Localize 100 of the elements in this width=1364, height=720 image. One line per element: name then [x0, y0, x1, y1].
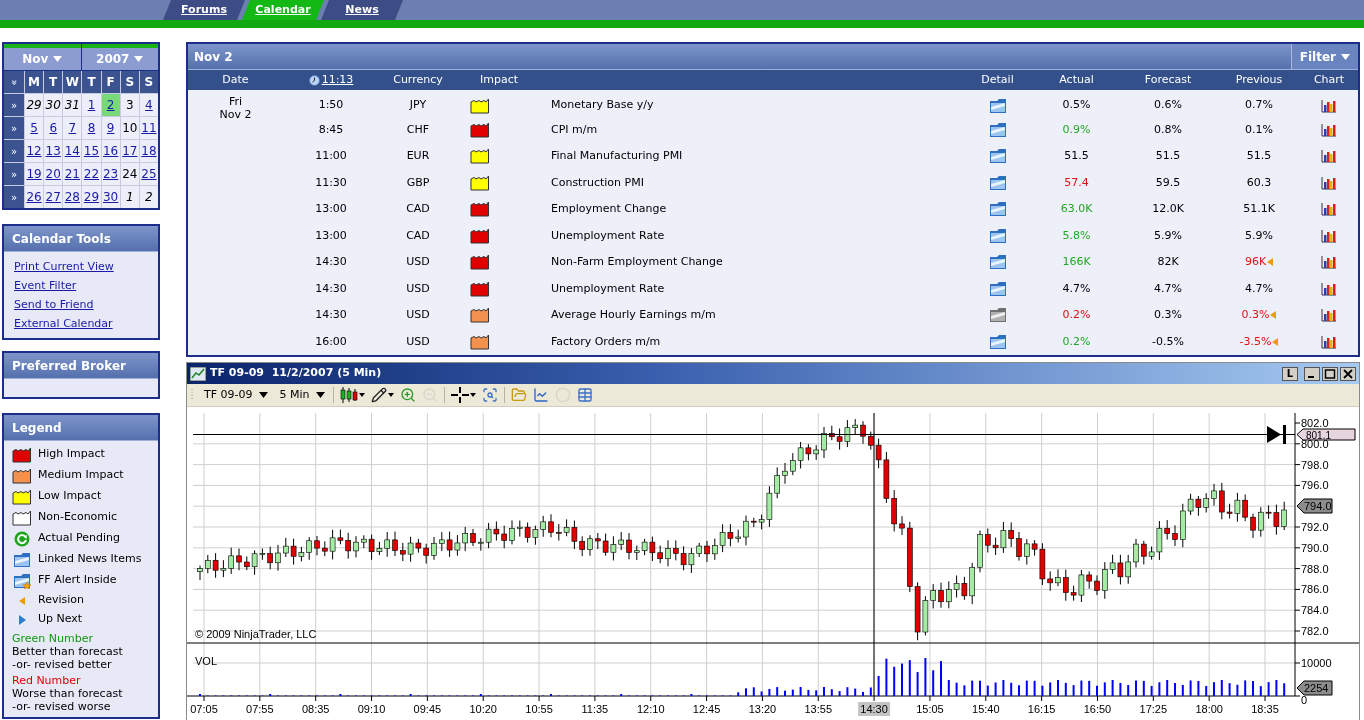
panel-title: Legend [4, 415, 158, 441]
panel-title: Preferred Broker [4, 353, 158, 379]
event-name: Final Manufacturing PMI [550, 148, 683, 164]
event-name: Factory Orders m/m [550, 333, 661, 350]
week-button[interactable]: » [4, 94, 24, 116]
date-cell: Nov 2 [219, 108, 252, 121]
calendar-day[interactable]: 30 [101, 186, 120, 208]
legend-label: FF Alert Inside [38, 572, 117, 589]
calendar-day[interactable]: 28 [63, 186, 82, 208]
time-cell-text: 13:00 [314, 227, 348, 244]
panel-title: Calendar Tools [4, 226, 158, 252]
axis-label: 17:25 [1139, 703, 1168, 715]
calendar-day[interactable]: 16 [101, 140, 120, 162]
weekday-header: T [82, 71, 101, 93]
instrument-dropdown[interactable]: TF 09-09 [200, 386, 272, 404]
calendar-day[interactable]: 29 [25, 94, 44, 116]
currency-cell-text: USD [405, 280, 431, 297]
calendar-day[interactable]: 13 [44, 140, 63, 162]
calendar-day[interactable]: 11 [139, 117, 158, 139]
calendar-day[interactable]: 31 [63, 94, 82, 116]
calendar-day[interactable]: 2 [139, 186, 158, 208]
calendar-day[interactable]: 27 [44, 186, 63, 208]
calendar-day[interactable]: 1 [82, 94, 101, 116]
previous-value: 51.1K [1243, 201, 1275, 217]
tool-link[interactable]: Send to Friend [14, 295, 94, 314]
currency-cell-text: GBP [405, 174, 431, 191]
axis-label: 15:05 [916, 703, 944, 715]
legend-label: Revision [38, 592, 84, 609]
axis-label: 15:40 [972, 703, 1000, 715]
calendar-day[interactable]: 3 [120, 94, 139, 116]
tool-link[interactable]: External Calendar [14, 314, 113, 333]
calendar-day[interactable]: 14 [63, 140, 82, 162]
axis-label: 798.0 [1301, 458, 1329, 471]
volume-tag: 2254 [1296, 680, 1333, 696]
calendar-day[interactable]: 19 [25, 163, 44, 185]
calendar-day[interactable]: 5 [25, 117, 44, 139]
week-button[interactable]: » [4, 117, 24, 139]
legend-note-text: Better than forecast [12, 645, 124, 658]
collapse-button[interactable]: » [4, 71, 24, 93]
axis-label: 10:20 [469, 703, 497, 715]
calendar-day[interactable]: 6 [44, 117, 63, 139]
calendar-day[interactable]: 18 [139, 140, 158, 162]
calendar-day[interactable]: 2 [101, 94, 120, 116]
weekday-header: W [63, 71, 82, 93]
calendar-day[interactable]: 8 [82, 117, 101, 139]
calendar-day[interactable]: 10 [120, 117, 139, 139]
calendar-day[interactable]: 9 [101, 117, 120, 139]
calendar-day[interactable]: 4 [139, 94, 158, 116]
tool-link[interactable]: Print Current View [14, 257, 114, 276]
event-name: CPI m/m [550, 121, 598, 138]
axis-label: 790.0 [1301, 541, 1329, 554]
volume-label: VOL [195, 655, 217, 667]
legend-label: Linked News Items [38, 551, 142, 568]
week-button[interactable]: » [4, 186, 24, 208]
time-cell-text: 13:00 [314, 201, 348, 217]
axis-label: 14:30 [858, 702, 891, 716]
calendar-day[interactable]: 23 [101, 163, 120, 185]
calendar-day[interactable]: 29 [82, 186, 101, 208]
time-cell-text: 11:00 [314, 148, 348, 164]
nav-tab[interactable]: News [321, 0, 403, 20]
filter-button[interactable]: Filter [1290, 44, 1358, 69]
calendar-day[interactable]: 12 [25, 140, 44, 162]
time-cell-text: 14:30 [314, 254, 348, 270]
legend-label: Up Next [38, 611, 83, 628]
column-header: Actual [1058, 71, 1095, 88]
actual-value: 0.2% [1062, 333, 1091, 350]
calendar-day[interactable]: 15 [82, 140, 101, 162]
nav-tab[interactable]: Forums [163, 0, 245, 20]
week-button[interactable]: » [4, 140, 24, 162]
time-cell-text: 1:50 [317, 97, 345, 114]
date-cell: Fri [228, 95, 243, 108]
axis-label: 0 [1301, 694, 1308, 706]
time-cell-text: 16:00 [314, 333, 348, 350]
tool-link[interactable]: Event Filter [14, 276, 77, 295]
calendar-day[interactable]: 26 [25, 186, 44, 208]
calendar-day[interactable]: 20 [44, 163, 63, 185]
calendar-day[interactable]: 7 [63, 117, 82, 139]
column-header: Forecast [1143, 71, 1193, 88]
time-link[interactable]: 11:13 [321, 71, 354, 89]
calendar-day[interactable]: 1 [120, 186, 139, 208]
legend-label: High Impact [38, 446, 105, 463]
week-button[interactable]: » [4, 163, 24, 185]
layout-button[interactable]: L [1282, 366, 1298, 381]
calendar-day[interactable]: 22 [82, 163, 101, 185]
calendar-day[interactable]: 21 [63, 163, 82, 185]
legend-note-title: Green Number [12, 632, 94, 645]
calendar-day[interactable]: 25 [139, 163, 158, 185]
legend-label: Actual Pending [38, 530, 120, 547]
legend-note-text: -or- revised worse [12, 700, 112, 713]
weekday-header: S [120, 71, 139, 93]
calendar-day[interactable]: 30 [44, 94, 63, 116]
interval-dropdown[interactable]: 5 Min [277, 386, 327, 404]
currency-cell-text: EUR [405, 148, 431, 164]
currency-cell-text: USD [405, 254, 431, 270]
time-cell-text: 8:45 [317, 121, 345, 138]
weekday-header: F [101, 71, 120, 93]
previous-value: 4.7% [1245, 280, 1273, 297]
currency-cell-text: USD [405, 307, 431, 323]
calendar-day[interactable]: 24 [120, 163, 139, 185]
calendar-day[interactable]: 17 [120, 140, 139, 162]
